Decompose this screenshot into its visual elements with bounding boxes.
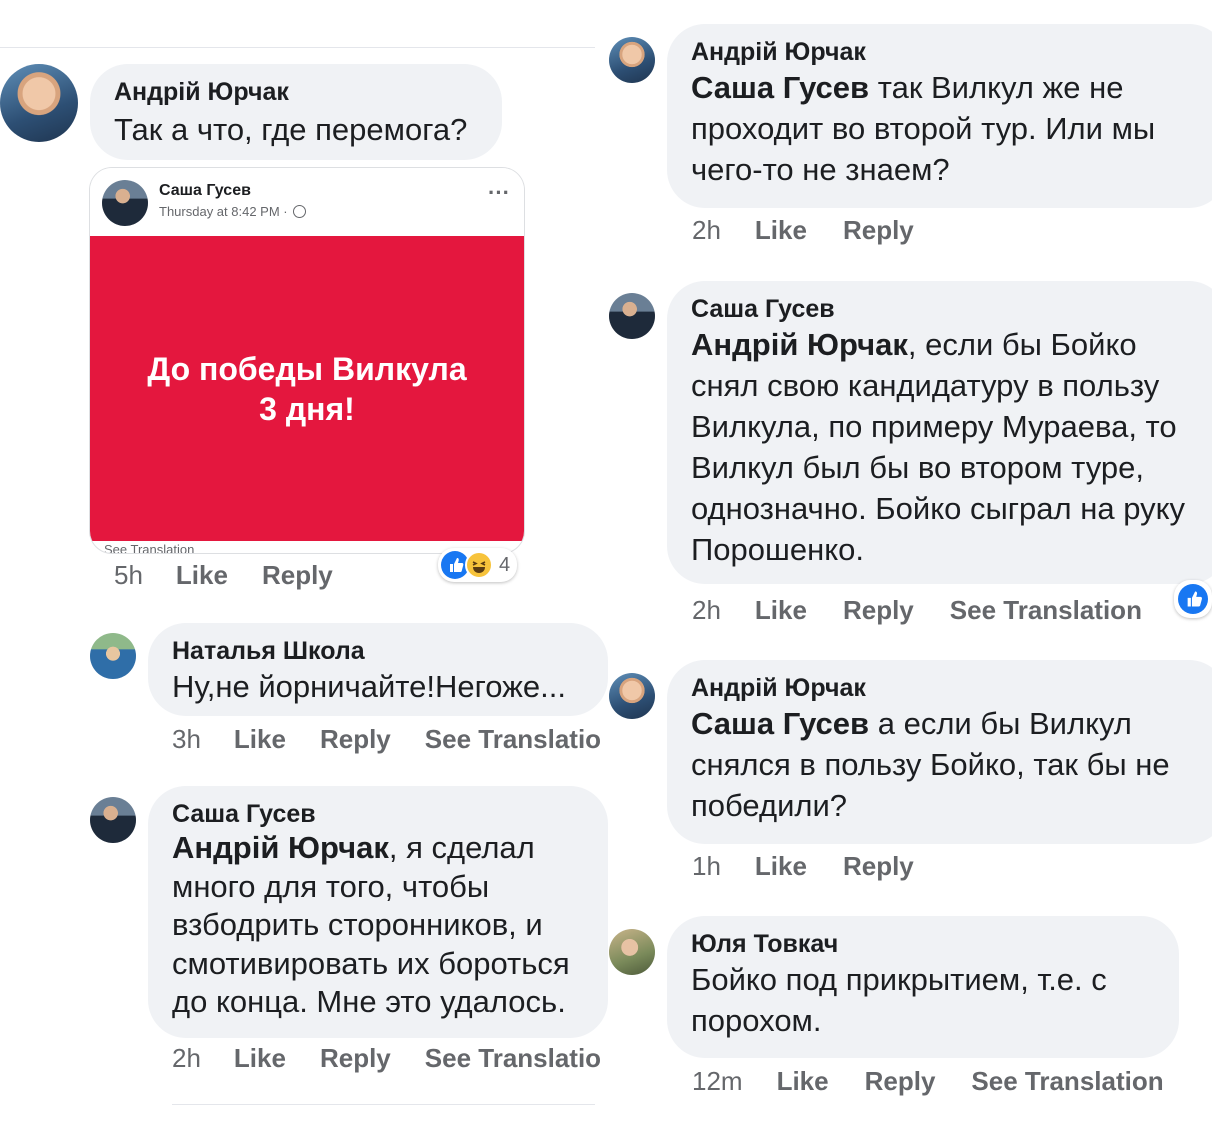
reactions-summary[interactable]: 4 [438,548,518,582]
comment-text: Бойко под прикрытием, т.е. с порохом. [691,962,1107,1038]
avatar[interactable] [609,929,655,975]
reply-button[interactable]: Reply [262,560,333,591]
comment-body: Андрій Юрчак, я сделал много для того, ч… [172,829,582,1022]
like-button[interactable]: Like [234,724,286,755]
see-translation-link[interactable]: See Translation [104,542,194,553]
like-button[interactable]: Like [755,851,807,882]
like-button[interactable]: Like [755,215,807,246]
reply-button[interactable]: Reply [843,215,914,246]
comment-actions: 2h Like Reply [692,215,914,246]
comment-actions: 1h Like Reply [692,851,914,882]
mention-link[interactable]: Саша Гусев [691,70,869,105]
see-translation-button[interactable]: See Translation [971,1066,1163,1097]
reply-button[interactable]: Reply [843,595,914,626]
reply-button[interactable]: Reply [320,724,391,755]
comment-author[interactable]: Андрій Юрчак [691,38,1203,67]
see-translation-button[interactable]: See Translation [950,595,1142,626]
comment-actions: 2h Like Reply See Translation [692,595,1142,626]
comment-time[interactable]: 3h [172,724,201,755]
comment-author[interactable]: Саша Гусев [172,800,584,829]
comment-author[interactable]: Юля Товкач [691,930,1155,959]
shared-post-image: До победы Вилкула 3 дня! [90,236,524,541]
comment-body: Андрій Юрчак, если бы Бойко снял свою ка… [691,324,1211,570]
avatar[interactable] [609,37,655,83]
avatar[interactable] [0,64,78,142]
shared-post-author[interactable]: Саша Гусев [159,182,251,200]
comment-bubble: Саша Гусев Андрій Юрчак, я сделал много … [148,786,608,1038]
comment-bubble: Андрій Юрчак Так а что, где перемога? [90,64,502,160]
comment-bubble: Саша Гусев Андрій Юрчак, если бы Бойко с… [667,281,1212,584]
comment-author[interactable]: Саша Гусев [691,295,1203,324]
mention-link[interactable]: Андрій Юрчак [172,830,389,865]
like-button[interactable]: Like [176,560,228,591]
avatar[interactable] [609,673,655,719]
more-options-icon[interactable]: ··· [488,180,510,206]
comment-text: Так а что, где перемога? [114,112,468,147]
comment-body: Саша Гусев так Вилкул же не проходит во … [691,67,1211,190]
see-translation-button[interactable]: See Translatio [425,724,601,755]
comment-author[interactable]: Андрій Юрчак [114,78,478,107]
shared-post-timestamp: Thursday at 8:42 PM · [159,204,307,219]
comment-bubble: Наталья Школа Ну,не йорничайте!Негоже... [148,623,608,716]
reply-button[interactable]: Reply [865,1066,936,1097]
avatar[interactable] [102,180,148,226]
like-button[interactable]: Like [755,595,807,626]
like-button[interactable]: Like [777,1066,829,1097]
comment-text: Ну,не йорничайте!Негоже... [172,669,566,704]
comment-time[interactable]: 2h [172,1043,201,1074]
avatar[interactable] [90,797,136,843]
globe-icon [293,205,307,218]
reply-button[interactable]: Reply [843,851,914,882]
like-icon [1178,584,1208,614]
mention-link[interactable]: Андрій Юрчак [691,327,908,362]
comment-bubble: Андрій Юрчак Саша Гусев а если бы Вилкул… [667,660,1212,844]
shared-post-header: Саша Гусев Thursday at 8:42 PM · ··· [90,168,524,236]
comment-reaction[interactable] [1174,580,1212,618]
comment-actions: 5h Like Reply [114,560,333,591]
see-translation-button[interactable]: See Translatio [425,1043,601,1074]
avatar[interactable] [609,293,655,339]
comment-time[interactable]: 2h [692,215,721,246]
mention-link[interactable]: Саша Гусев [691,706,869,741]
like-button[interactable]: Like [234,1043,286,1074]
reply-button[interactable]: Reply [320,1043,391,1074]
comment-bubble: Андрій Юрчак Саша Гусев так Вилкул же не… [667,24,1212,208]
shared-post-card[interactable]: Саша Гусев Thursday at 8:42 PM · ··· До … [90,168,524,553]
comment-actions: 3h Like Reply See Translatio [172,724,601,755]
post-headline-line1: До победы Вилкула [147,350,467,387]
comment-bubble: Юля Товкач Бойко под прикрытием, т.е. с … [667,916,1179,1058]
timestamp-text: Thursday at 8:42 PM · [159,204,288,219]
post-headline-line2: 3 дня! [259,390,355,427]
comment-time[interactable]: 12m [692,1066,743,1097]
haha-icon [465,551,493,579]
bottom-divider [172,1104,595,1105]
comment-body: Саша Гусев а если бы Вилкул снялся в пол… [691,703,1212,826]
comment-author[interactable]: Андрій Юрчак [691,674,1203,703]
comment-time[interactable]: 5h [114,560,143,591]
comment-text: , если бы Бойко снял свою кандидатуру в … [691,327,1186,567]
comment-actions: 2h Like Reply See Translatio [172,1043,601,1074]
comment-author[interactable]: Наталья Школа [172,637,584,666]
top-divider [0,47,595,48]
reaction-count: 4 [499,553,511,576]
comment-time[interactable]: 1h [692,851,721,882]
comment-actions: 12m Like Reply See Translation [692,1066,1164,1097]
comment-time[interactable]: 2h [692,595,721,626]
avatar[interactable] [90,633,136,679]
